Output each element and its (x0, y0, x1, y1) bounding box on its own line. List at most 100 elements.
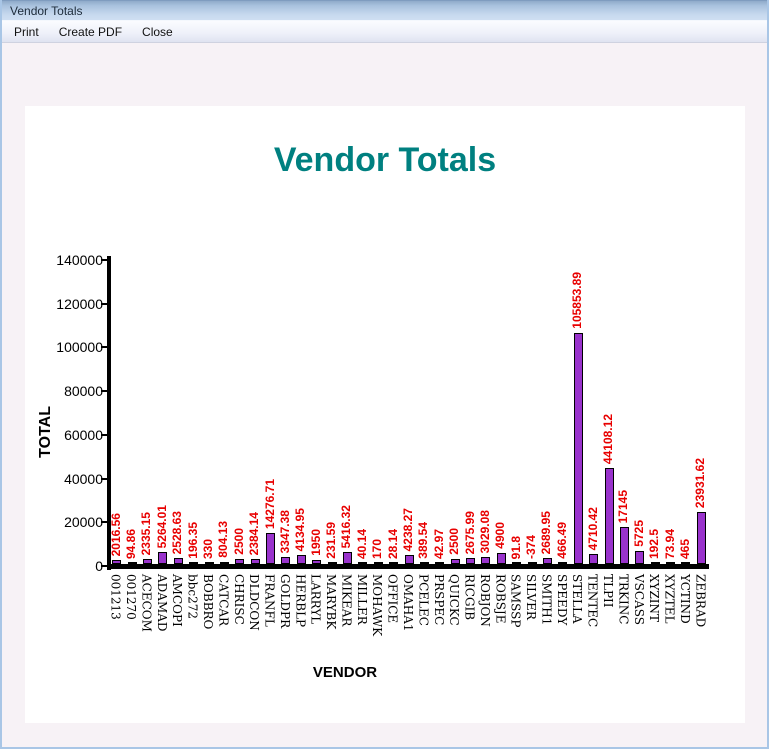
x-axis-tick-label: LARRYL (308, 574, 323, 625)
x-axis-title: VENDOR (312, 664, 378, 681)
bar-value-label: -374 (524, 534, 539, 559)
bar-value-label: 3029.08 (477, 509, 492, 553)
bar-PRSPEC (435, 562, 445, 564)
bar-value-label: 2335.15 (139, 511, 154, 555)
bar-PCELEC (419, 562, 429, 564)
y-axis-tick-label: 40000 (64, 470, 103, 487)
bar-value-label: 192.5 (647, 528, 662, 559)
bar-STELLA (573, 333, 583, 564)
x-axis-tick-label: ROBSJE (493, 574, 508, 624)
bar-MARYBK (327, 562, 337, 564)
bar-value-label: 2689.95 (539, 510, 554, 554)
bar-SMITH1 (542, 558, 552, 564)
bar-value-label: 42.97 (431, 528, 446, 559)
x-axis-tick-label: XYZTEL (662, 574, 677, 624)
y-axis-tick-label: 60000 (64, 426, 103, 443)
bar-QUICKC (450, 559, 460, 564)
bar-DLDCON (250, 559, 260, 564)
menu-item-create-pdf[interactable]: Create PDF (49, 22, 132, 42)
x-axis-tick-label: MOHAWK (370, 574, 385, 637)
y-axis-tick-label: 100000 (56, 339, 103, 356)
bar-ZEBRAD (696, 512, 706, 564)
x-axis-tick-label: RICGIB (462, 574, 477, 621)
bar-value-label: 389.54 (416, 522, 431, 559)
bar-MIKEAR (342, 552, 352, 564)
bar-VSCASS (635, 551, 645, 564)
bar-SILVER (527, 562, 537, 564)
x-axis-tick-label: CATCAR (216, 574, 231, 627)
title-bar[interactable]: Vendor Totals (2, 0, 767, 21)
bar-value-label: 2384.14 (247, 511, 262, 555)
y-axis-tick-label: 140000 (56, 252, 103, 268)
bar-value-label: 2016.56 (108, 512, 123, 556)
x-axis-tick-label: FRANFL (262, 574, 277, 627)
bar-SAMSSP (512, 562, 522, 564)
menu-item-print[interactable]: Print (4, 22, 49, 42)
x-axis-tick-label: AMCOPI (170, 574, 185, 627)
x-axis-tick-label: 001213 (108, 574, 123, 620)
bar-value-label: 804.13 (216, 521, 231, 558)
bar-value-label: 2500 (231, 528, 246, 555)
x-axis-tick-label: OMAHA1 (401, 574, 415, 632)
bar-TRKINC (619, 527, 629, 564)
bar-YCTIND (681, 562, 691, 564)
x-axis-tick-label: TRKINC (616, 574, 631, 625)
bar-value-label: 466.49 (554, 522, 569, 559)
x-axis-tick-label: XYZINT (647, 574, 662, 623)
bar-value-label: 44108.12 (601, 413, 615, 464)
bar-LARRYL (312, 560, 322, 564)
bar-RICGIB (466, 558, 476, 564)
bar-CHRISC (235, 559, 245, 564)
x-axis-tick-label: VSCASS (631, 574, 646, 625)
client-area: Vendor Totals TOTAL VENDOR 0 20000 40000 60… (2, 43, 767, 747)
bar-bbc272 (189, 562, 199, 564)
bar-AMCOPI (173, 558, 183, 564)
x-axis-tick-label: ADAMAD (154, 574, 169, 632)
x-axis-tick-label: ZEBRAD (693, 574, 708, 628)
bar-value-label: 5264.01 (154, 504, 169, 548)
chart-panel: Vendor Totals TOTAL VENDOR 0 20000 40000 60… (25, 106, 745, 723)
bar-TLPII (604, 468, 614, 564)
bar-value-label: 4238.27 (401, 507, 415, 551)
x-axis-line (107, 564, 709, 569)
y-axis-tick-label: 120000 (56, 295, 103, 312)
x-axis-tick-label: 001270 (124, 574, 139, 620)
x-axis-tick-label: SMITH1 (539, 574, 554, 626)
bar-XYZTEL (666, 562, 676, 564)
x-axis-tick-label: SILVER (524, 574, 539, 620)
bar-CATCAR (219, 562, 229, 564)
bar-value-label: 23931.62 (693, 457, 708, 508)
bar-value-label: 5416.32 (339, 504, 354, 548)
bar-MOHAWK (373, 562, 383, 564)
x-axis-tick-label: PCELEC (416, 574, 431, 626)
bar-value-label: 2528.63 (170, 510, 185, 554)
bar-value-label: 14276.71 (262, 478, 277, 529)
x-axis-tick-label: bbc272 (185, 574, 200, 619)
bar-value-label: 4710.42 (585, 506, 600, 550)
bar-value-label: 170 (370, 538, 385, 559)
x-axis-tick-label: CHRISC (231, 574, 246, 625)
y-axis-tick-label: 0 (95, 558, 103, 574)
bar-HERBLP (296, 555, 306, 564)
x-axis-tick-label: YCTIND (677, 574, 692, 624)
bar-GOLDPR (281, 557, 291, 564)
bar-value-label: 2500 (447, 528, 462, 555)
bar-value-label: 28.14 (385, 528, 400, 559)
bar-001270 (127, 562, 137, 564)
bar-value-label: 2675.99 (462, 510, 477, 554)
app-window: Vendor Totals Print Create PDF Close Vendo… (0, 0, 769, 749)
menu-bar: Print Create PDF Close (2, 21, 767, 43)
x-axis-tick-label: ROBJON (477, 574, 492, 627)
bar-001213 (112, 560, 122, 564)
bar-OMAHA1 (404, 555, 414, 564)
bar-TENTEC (589, 554, 599, 564)
bar-MILLER (358, 562, 368, 564)
bar-ACECOM (142, 559, 152, 564)
x-axis-tick-label: QUICKC (447, 574, 462, 626)
x-axis-tick-label: MILLER (354, 574, 369, 625)
x-axis-tick-label: MIKEAR (339, 574, 354, 627)
bar-value-label: 17145 (616, 489, 631, 523)
menu-item-close[interactable]: Close (132, 22, 183, 42)
bar-XYZINT (650, 562, 660, 564)
x-axis-tick-label: PRSPEC (431, 574, 446, 626)
